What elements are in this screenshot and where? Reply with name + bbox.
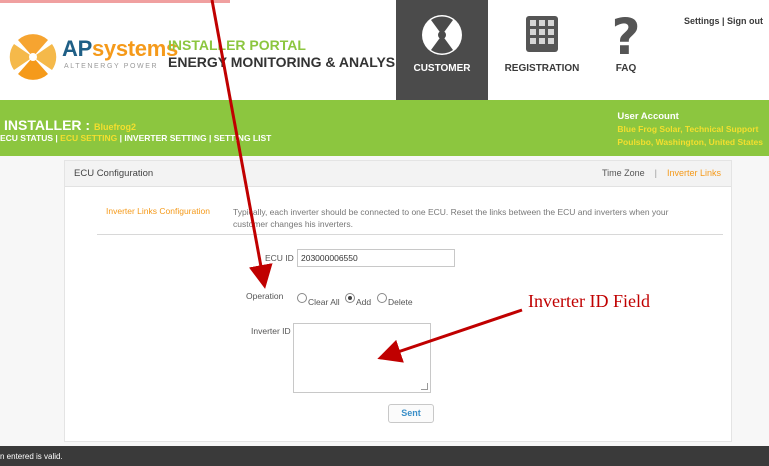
arrow-to-operation [210,0,273,289]
annotation-arrows [210,0,523,363]
page: APsystems ALTENERGY POWER INSTALLER PORT… [0,0,769,466]
arrow-to-inverter-id [377,308,523,363]
annotation-label: Inverter ID Field [528,291,650,311]
